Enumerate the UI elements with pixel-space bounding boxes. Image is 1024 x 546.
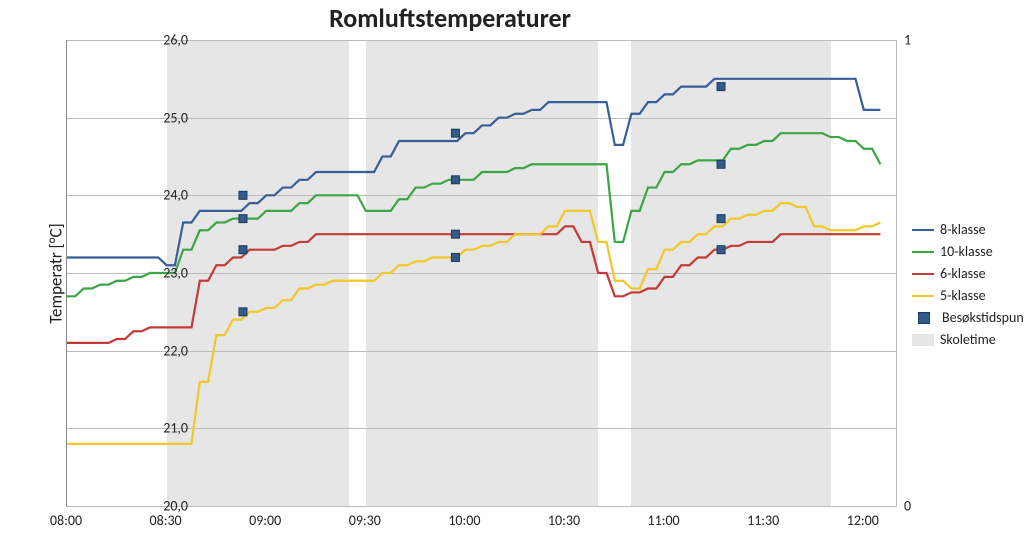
plot-area <box>66 40 897 507</box>
chart-title: Romluftstemperaturer <box>0 2 900 34</box>
y-tick-label: 22,0 <box>148 342 188 359</box>
x-tick-label: 11:30 <box>747 512 779 529</box>
visit-marker <box>451 176 459 184</box>
chart-container: Romluftstemperaturer Temperatr [°C] 8-kl… <box>0 0 1024 546</box>
visit-marker <box>451 230 459 238</box>
legend: 8-klasse10-klasse6-klasse5-klasseBesøkst… <box>912 220 1024 352</box>
square-marker-icon <box>918 312 930 324</box>
series-8-klasse <box>67 79 880 265</box>
legend-item: 6-klasse <box>912 264 1024 284</box>
visit-marker <box>239 191 247 199</box>
series-swatch <box>912 229 934 232</box>
band-swatch <box>912 334 934 346</box>
y-tick-label: 26,0 <box>148 32 188 49</box>
legend-item: 8-klasse <box>912 220 1024 240</box>
legend-skoletime: Skoletime <box>912 330 1024 350</box>
series-swatch <box>912 251 934 254</box>
x-tick-label: 10:00 <box>448 512 480 529</box>
x-tick-label: 10:30 <box>548 512 580 529</box>
series-swatch <box>912 295 934 298</box>
y2-tick-label: 0 <box>904 498 911 515</box>
x-tick-label: 11:00 <box>648 512 680 529</box>
x-tick-label: 09:00 <box>249 512 281 529</box>
y-tick-label: 24,0 <box>148 187 188 204</box>
visit-marker <box>717 160 725 168</box>
visit-marker <box>451 129 459 137</box>
visit-marker <box>239 215 247 223</box>
visit-marker <box>717 215 725 223</box>
y-tick-label: 25,0 <box>148 109 188 126</box>
x-tick-label: 12:00 <box>847 512 879 529</box>
y-tick-label: 23,0 <box>148 265 188 282</box>
series-6-klasse <box>67 226 880 343</box>
visit-marker <box>717 246 725 254</box>
y-tick-label: 21,0 <box>148 420 188 437</box>
series-swatch <box>912 273 934 276</box>
x-tick-label: 09:30 <box>349 512 381 529</box>
legend-item: 5-klasse <box>912 286 1024 306</box>
x-tick-label: 08:30 <box>150 512 182 529</box>
series-5-klasse <box>67 203 880 444</box>
visit-marker <box>239 308 247 316</box>
visit-marker <box>451 253 459 261</box>
y2-tick-label: 1 <box>904 32 911 49</box>
line-series-svg <box>67 40 897 506</box>
visit-marker <box>717 83 725 91</box>
legend-visit-marker: Besøkstidspunkt <box>912 308 1024 328</box>
legend-item: 10-klasse <box>912 242 1024 262</box>
x-tick-label: 08:00 <box>50 512 82 529</box>
visit-marker <box>239 246 247 254</box>
